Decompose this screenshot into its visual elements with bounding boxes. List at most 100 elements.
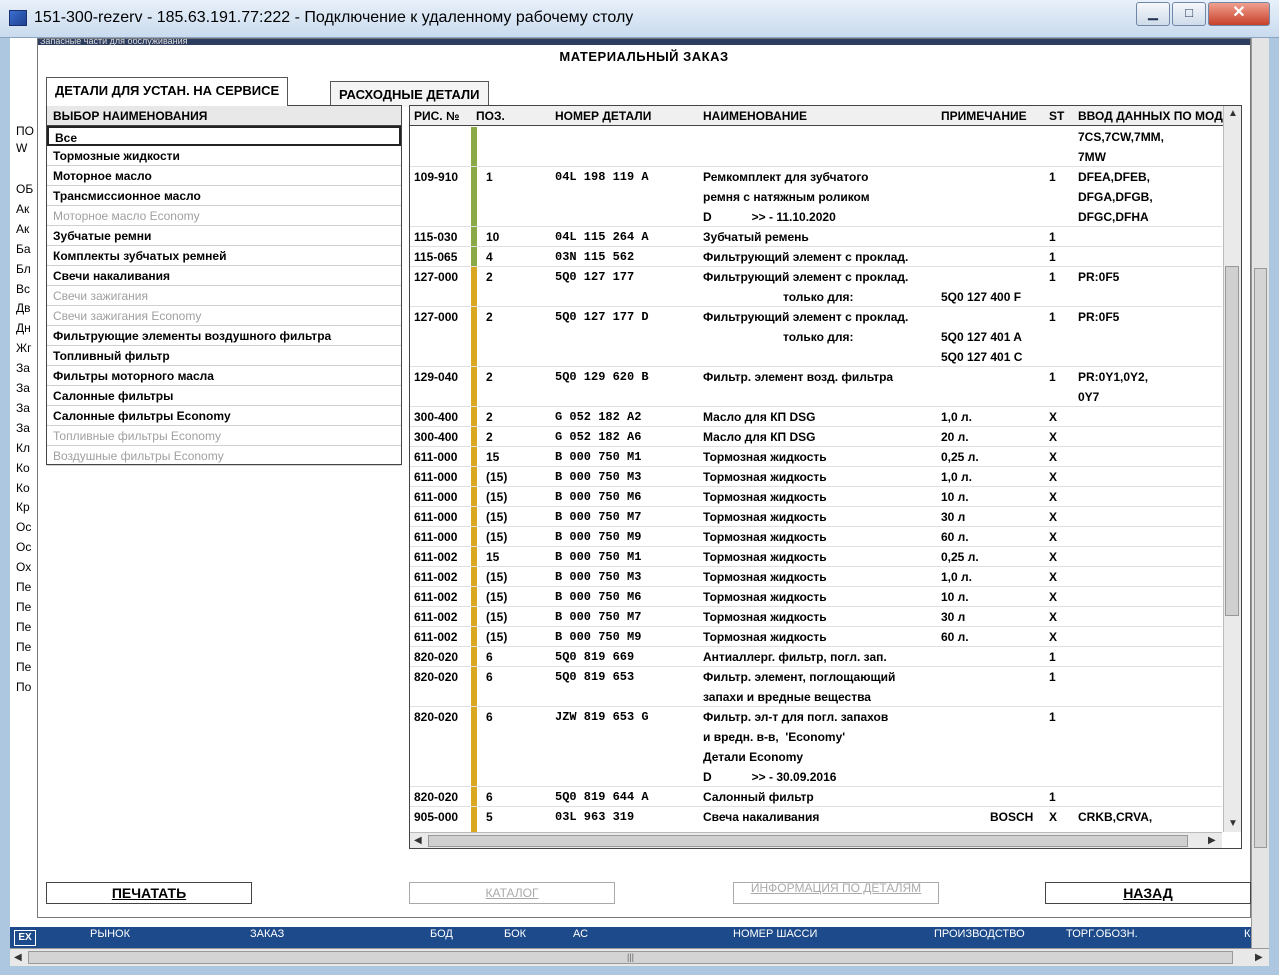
name-filter-item[interactable]: Свечи накаливания xyxy=(47,266,401,286)
status-k: К xyxy=(1244,928,1251,940)
table-row[interactable]: 127-000 2 5Q0 127 177 D Фильтрующий элемент… xyxy=(410,307,1222,367)
cell-st: 1 xyxy=(1049,170,1056,184)
table-row[interactable]: 611-000 (15) B 000 750 M7 Тормозная жидкост… xyxy=(410,507,1222,527)
name-filter-item[interactable]: Фильтры моторного масла xyxy=(47,366,401,386)
col-part-number[interactable]: НОМЕР ДЕТАЛИ xyxy=(555,109,651,123)
table-vscroll-thumb[interactable] xyxy=(1225,266,1239,616)
name-filter-item[interactable]: Воздушные фильтры Economy xyxy=(47,446,401,466)
background-list-item: За xyxy=(16,381,30,395)
cell-ris: 129-040 xyxy=(414,370,459,384)
tab-service-parts[interactable]: ДЕТАЛИ ДЛЯ УСТАН. НА СЕРВИСЕ xyxy=(46,77,289,106)
rdp-vscroll-thumb[interactable] xyxy=(1254,268,1267,848)
row-marker xyxy=(471,807,477,832)
cell-ris: 300-400 xyxy=(414,410,459,424)
table-row[interactable]: 109-910 1 04L 198 119 A Ремкомплект для зуб… xyxy=(410,167,1222,227)
table-row[interactable]: 115-030 10 04L 115 264 A Зубчатый ремень 1 xyxy=(410,227,1222,247)
name-filter-item[interactable]: Комплекты зубчатых ремней xyxy=(47,246,401,266)
name-filter-item[interactable]: Тормозные жидкости xyxy=(47,146,401,166)
cell-part-number: 03N 115 562 xyxy=(555,250,635,264)
rdp-scroll-left-icon[interactable]: ◀ xyxy=(14,952,22,963)
scroll-left-icon[interactable]: ◀ xyxy=(414,835,422,846)
cell-poz: (15) xyxy=(486,610,508,624)
name-filter-item[interactable]: Свечи зажигания Economy xyxy=(47,306,401,326)
tab-consumables[interactable]: РАСХОДНЫЕ ДЕТАЛИ xyxy=(330,81,489,107)
status-market: РЫНОК xyxy=(90,928,130,940)
cell-note: 1,0 л. xyxy=(941,470,972,484)
table-row[interactable]: 611-002 15 B 000 750 M1 Тормозная жидкость 0… xyxy=(410,547,1222,567)
background-list-item: ПО xyxy=(16,124,34,138)
table-row[interactable]: 300-400 2 G 052 182 A2 Масло для КП DSG 1,0 … xyxy=(410,407,1222,427)
cell-st: X xyxy=(1049,470,1058,484)
rdp-hscroll-thumb[interactable]: ||| xyxy=(28,951,1233,964)
table-horizontal-scrollbar[interactable]: ◀ ▶ xyxy=(410,832,1222,848)
cell-note: 60 л. xyxy=(941,630,969,644)
maximize-button[interactable]: □ xyxy=(1172,2,1206,26)
name-filter-item[interactable]: Моторное масло xyxy=(47,166,401,186)
table-row[interactable]: 820-020 6 JZW 819 653 G Фильтр. эл-т для по… xyxy=(410,707,1222,787)
col-ris[interactable]: РИС. № xyxy=(414,109,459,123)
col-name[interactable]: НАИМЕНОВАНИЕ xyxy=(703,109,807,123)
row-marker xyxy=(471,487,477,506)
name-filter-item[interactable]: Фильтрующие элементы воздушного фильтра xyxy=(47,326,401,346)
catalog-button[interactable]: КАТАЛОГ xyxy=(409,882,615,904)
scroll-right-icon[interactable]: ▶ xyxy=(1208,835,1216,846)
table-hscroll-thumb[interactable] xyxy=(428,835,1188,847)
table-row[interactable]: 905-000 5 03L 963 319 Свеча накаливания BOSC… xyxy=(410,807,1222,832)
status-bok: БОК xyxy=(504,928,527,940)
cell-name: только для: xyxy=(703,330,854,344)
name-filter-item[interactable]: Салонные фильтры Economy xyxy=(47,406,401,426)
close-button[interactable]: ✕ xyxy=(1208,2,1270,26)
name-filter-item[interactable]: Моторное масло Economy xyxy=(47,206,401,226)
table-row[interactable]: 820-020 6 5Q0 819 669 Антиаллерг. фильтр, п… xyxy=(410,647,1222,667)
name-filter-item[interactable]: Топливный фильтр xyxy=(47,346,401,366)
name-filter-item[interactable]: Трансмиссионное масло xyxy=(47,186,401,206)
cell-part-number: 5Q0 819 669 xyxy=(555,650,635,664)
cell-ris: 820-020 xyxy=(414,710,459,724)
table-row[interactable]: 115-065 4 03N 115 562 Фильтрующий элемент с… xyxy=(410,247,1222,267)
name-filter-item[interactable]: Салонные фильтры xyxy=(47,386,401,406)
rdp-scroll-right-icon[interactable]: ▶ xyxy=(1255,952,1263,963)
scroll-down-icon[interactable]: ▼ xyxy=(1228,818,1238,829)
rdp-horizontal-scrollbar[interactable]: ◀ ||| ▶ xyxy=(10,948,1269,966)
table-row[interactable]: 611-002 (15) B 000 750 M3 Тормозная жидкост… xyxy=(410,567,1222,587)
table-row[interactable]: 820-020 6 5Q0 819 644 A Салонный фильтр 1 xyxy=(410,787,1222,807)
table-row[interactable]: 820-020 6 5Q0 819 653 Фильтр. элемент, погл… xyxy=(410,667,1222,707)
print-button[interactable]: ПЕЧАТАТЬ xyxy=(46,882,252,904)
cell-name: ремня с натяжным роликом xyxy=(703,190,870,204)
name-filter-item[interactable]: Зубчатые ремни xyxy=(47,226,401,246)
cell-ris: 300-400 xyxy=(414,430,459,444)
col-note[interactable]: ПРИМЕЧАНИЕ xyxy=(941,109,1027,123)
cell-name: Детали Economy xyxy=(703,750,804,764)
name-filter-item[interactable]: Все xyxy=(47,126,401,146)
col-poz[interactable]: ПОЗ. xyxy=(476,109,505,123)
table-row[interactable]: 611-000 (15) B 000 750 M9 Тормозная жидкост… xyxy=(410,527,1222,547)
table-row[interactable]: 7CS,7CW,7MM, 7MW xyxy=(410,127,1222,167)
table-row[interactable]: 611-000 15 B 000 750 M1 Тормозная жидкость 0… xyxy=(410,447,1222,467)
back-button[interactable]: НАЗАД xyxy=(1045,882,1251,904)
col-model-input[interactable]: ВВОД ДАННЫХ ПО МОДЕЛИ xyxy=(1078,109,1223,123)
name-filter-item[interactable]: Топливные фильтры Economy xyxy=(47,426,401,446)
parts-info-button[interactable]: ИНФОРМАЦИЯ ПО ДЕТАЛЯМ xyxy=(733,882,939,904)
scroll-up-icon[interactable]: ▲ xyxy=(1228,108,1238,119)
cell-ris: 611-002 xyxy=(414,590,458,604)
table-row[interactable]: 611-002 (15) B 000 750 M9 Тормозная жидкост… xyxy=(410,627,1222,647)
name-filter-item[interactable]: Свечи зажигания xyxy=(47,286,401,306)
cell-ris: 611-000 xyxy=(414,510,458,524)
table-row[interactable]: 611-000 (15) B 000 750 M6 Тормозная жидкост… xyxy=(410,487,1222,507)
cell-st: X xyxy=(1049,450,1058,464)
background-list-item: Ак xyxy=(16,221,30,236)
cell-part-number: B 000 750 M3 xyxy=(555,570,642,584)
cell-model-input: PR:0F5 xyxy=(1078,310,1120,324)
cell-poz: (15) xyxy=(486,630,508,644)
table-row[interactable]: 611-000 (15) B 000 750 M3 Тормозная жидкост… xyxy=(410,467,1222,487)
table-row[interactable]: 129-040 2 5Q0 129 620 B Фильтр. элемент воз… xyxy=(410,367,1222,407)
table-row[interactable]: 300-400 2 G 052 182 A6 Масло для КП DSG 20 л… xyxy=(410,427,1222,447)
minimize-button[interactable]: ▁ xyxy=(1136,2,1170,26)
col-st[interactable]: ST xyxy=(1049,109,1064,123)
cell-ris: 611-000 xyxy=(414,470,458,484)
table-row[interactable]: 127-000 2 5Q0 127 177 Фильтрующий элемент с… xyxy=(410,267,1222,307)
rdp-vertical-scrollbar[interactable] xyxy=(1251,38,1269,948)
table-row[interactable]: 611-002 (15) B 000 750 M7 Тормозная жидкост… xyxy=(410,607,1222,627)
table-row[interactable]: 611-002 (15) B 000 750 M6 Тормозная жидкост… xyxy=(410,587,1222,607)
table-vertical-scrollbar[interactable]: ▲ ▼ xyxy=(1223,106,1241,832)
